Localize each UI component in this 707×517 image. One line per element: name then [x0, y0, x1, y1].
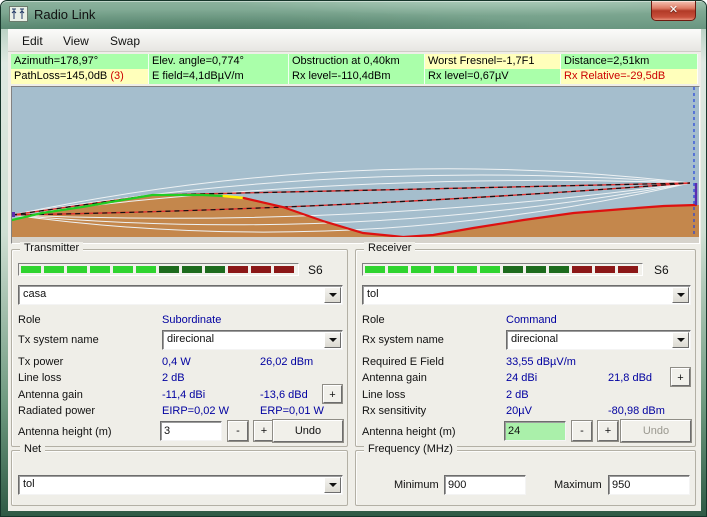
frequency-legend: Frequency (MHz)	[364, 443, 457, 455]
status-distance: Distance=2,51km	[561, 54, 698, 69]
chevron-down-icon[interactable]	[324, 287, 341, 303]
menu-swap[interactable]: Swap	[105, 33, 145, 49]
rx-sensitivity-uv: 20µV	[506, 405, 532, 417]
tx-system-label: Tx system name	[18, 334, 99, 346]
tx-station-select[interactable]: casa	[18, 285, 343, 305]
radio-link-icon	[9, 6, 28, 22]
rx-system-select[interactable]: direcional	[506, 330, 691, 350]
tx-lineloss-label: Line loss	[18, 372, 61, 384]
terrain-profile-chart	[12, 87, 699, 237]
menu-bar: Edit View Swap	[8, 29, 701, 52]
tx-role-value: Subordinate	[162, 314, 221, 326]
dialog-client-area: Edit View Swap Azimuth=178,97° Elev. ang…	[8, 29, 701, 511]
tx-antenna-pattern-button[interactable]: +	[323, 385, 342, 403]
net-legend: Net	[20, 443, 45, 455]
tx-gain-dbi: -11,4 dBi	[162, 389, 205, 401]
menu-edit[interactable]: Edit	[17, 33, 48, 49]
tx-position-dot	[12, 212, 15, 217]
status-worst-fresnel: Worst Fresnel=-1,7F1	[425, 54, 561, 69]
rx-lineloss-value: 2 dB	[506, 389, 529, 401]
tx-power-watts: 0,4 W	[162, 356, 191, 368]
link-status-grid: Azimuth=178,97° Elev. angle=0,774° Obstr…	[11, 54, 698, 84]
tx-power-dbm: 26,02 dBm	[260, 356, 313, 368]
rx-station-select[interactable]: tol	[362, 285, 691, 305]
status-rx-level-dbm: Rx level=-110,4dBm	[289, 69, 425, 84]
frequency-min-input[interactable]	[444, 475, 526, 495]
status-elev-angle: Elev. angle=0,774°	[149, 54, 289, 69]
rx-height-decrement-button[interactable]: -	[572, 421, 592, 441]
window-title: Radio Link	[34, 7, 95, 22]
tx-signal-meter	[18, 263, 299, 276]
title-bar[interactable]: Radio Link ✕	[1, 1, 707, 29]
net-select[interactable]: tol	[18, 475, 343, 495]
frequency-min-label: Minimum	[394, 479, 439, 491]
chevron-down-icon[interactable]	[672, 287, 689, 303]
close-button[interactable]: ✕	[651, 1, 696, 21]
rx-gain-dbi: 24 dBi	[506, 372, 537, 384]
rx-undo-button: Undo	[621, 420, 691, 442]
status-azimuth: Azimuth=178,97°	[11, 54, 149, 69]
transmitter-group: Transmitter S6 casa Role Subordinate Tx …	[11, 249, 348, 447]
frequency-max-input[interactable]	[608, 475, 690, 495]
tx-antenna-height-input[interactable]	[160, 421, 222, 441]
tx-power-label: Tx power	[18, 356, 63, 368]
frequency-group: Frequency (MHz) Minimum Maximum	[355, 450, 696, 506]
tx-role-label: Role	[18, 314, 41, 326]
tx-system-select[interactable]: direcional	[162, 330, 343, 350]
tx-eirp-value: EIRP=0,02 W	[162, 405, 229, 417]
rx-antenna-pattern-button[interactable]: +	[671, 368, 690, 386]
rx-efield-value: 33,55 dBµV/m	[506, 356, 576, 368]
frequency-max-label: Maximum	[554, 479, 602, 491]
rx-efield-label: Required E Field	[362, 356, 444, 368]
rx-role-label: Role	[362, 314, 385, 326]
tx-gain-label: Antenna gain	[18, 389, 83, 401]
tx-undo-button[interactable]: Undo	[273, 420, 343, 442]
rx-lineloss-label: Line loss	[362, 389, 405, 401]
tx-antenna-height-label: Antenna height (m)	[18, 426, 112, 438]
tx-erp-value: ERP=0,01 W	[260, 405, 324, 417]
status-e-field: E field=4,1dBµV/m	[149, 69, 289, 84]
status-pathloss: PathLoss=145,0dB (3)	[11, 69, 149, 84]
menu-view[interactable]: View	[58, 33, 94, 49]
pathloss-mode-note: (3)	[107, 70, 124, 82]
radio-link-window: Radio Link ✕ Edit View Swap Azimuth=178,…	[0, 0, 707, 517]
tx-lineloss-value: 2 dB	[162, 372, 185, 384]
rx-antenna-height-label: Antenna height (m)	[362, 426, 456, 438]
rx-height-increment-button[interactable]: +	[598, 421, 618, 441]
rx-role-value: Command	[506, 314, 557, 326]
rx-smeter-value: S6	[654, 263, 669, 277]
rx-gain-label: Antenna gain	[362, 372, 427, 384]
chevron-down-icon[interactable]	[324, 332, 341, 348]
tx-gain-dbd: -13,6 dBd	[260, 389, 308, 401]
receiver-group: Receiver S6 tol Role Command Rx system n…	[355, 249, 696, 447]
terrain-profile-panel	[11, 86, 700, 244]
status-obstruction: Obstruction at 0,40km	[289, 54, 425, 69]
rx-gain-dbd: 21,8 dBd	[608, 372, 652, 384]
tx-height-decrement-button[interactable]: -	[228, 421, 248, 441]
chevron-down-icon[interactable]	[672, 332, 689, 348]
rx-system-label: Rx system name	[362, 334, 444, 346]
tx-height-increment-button[interactable]: +	[254, 421, 274, 441]
net-group: Net tol	[11, 450, 348, 506]
rx-antenna-height-input[interactable]	[504, 421, 566, 441]
status-rx-level-uv: Rx level=0,67µV	[425, 69, 561, 84]
rx-sensitivity-dbm: -80,98 dBm	[608, 405, 665, 417]
tx-radiated-label: Radiated power	[18, 405, 95, 417]
transmitter-legend: Transmitter	[20, 242, 83, 254]
chevron-down-icon[interactable]	[324, 477, 341, 493]
rx-signal-meter	[362, 263, 643, 276]
status-rx-relative: Rx Relative=-29,5dB	[561, 69, 698, 84]
rx-sensitivity-label: Rx sensitivity	[362, 405, 426, 417]
receiver-legend: Receiver	[364, 242, 415, 254]
tx-smeter-value: S6	[308, 263, 323, 277]
